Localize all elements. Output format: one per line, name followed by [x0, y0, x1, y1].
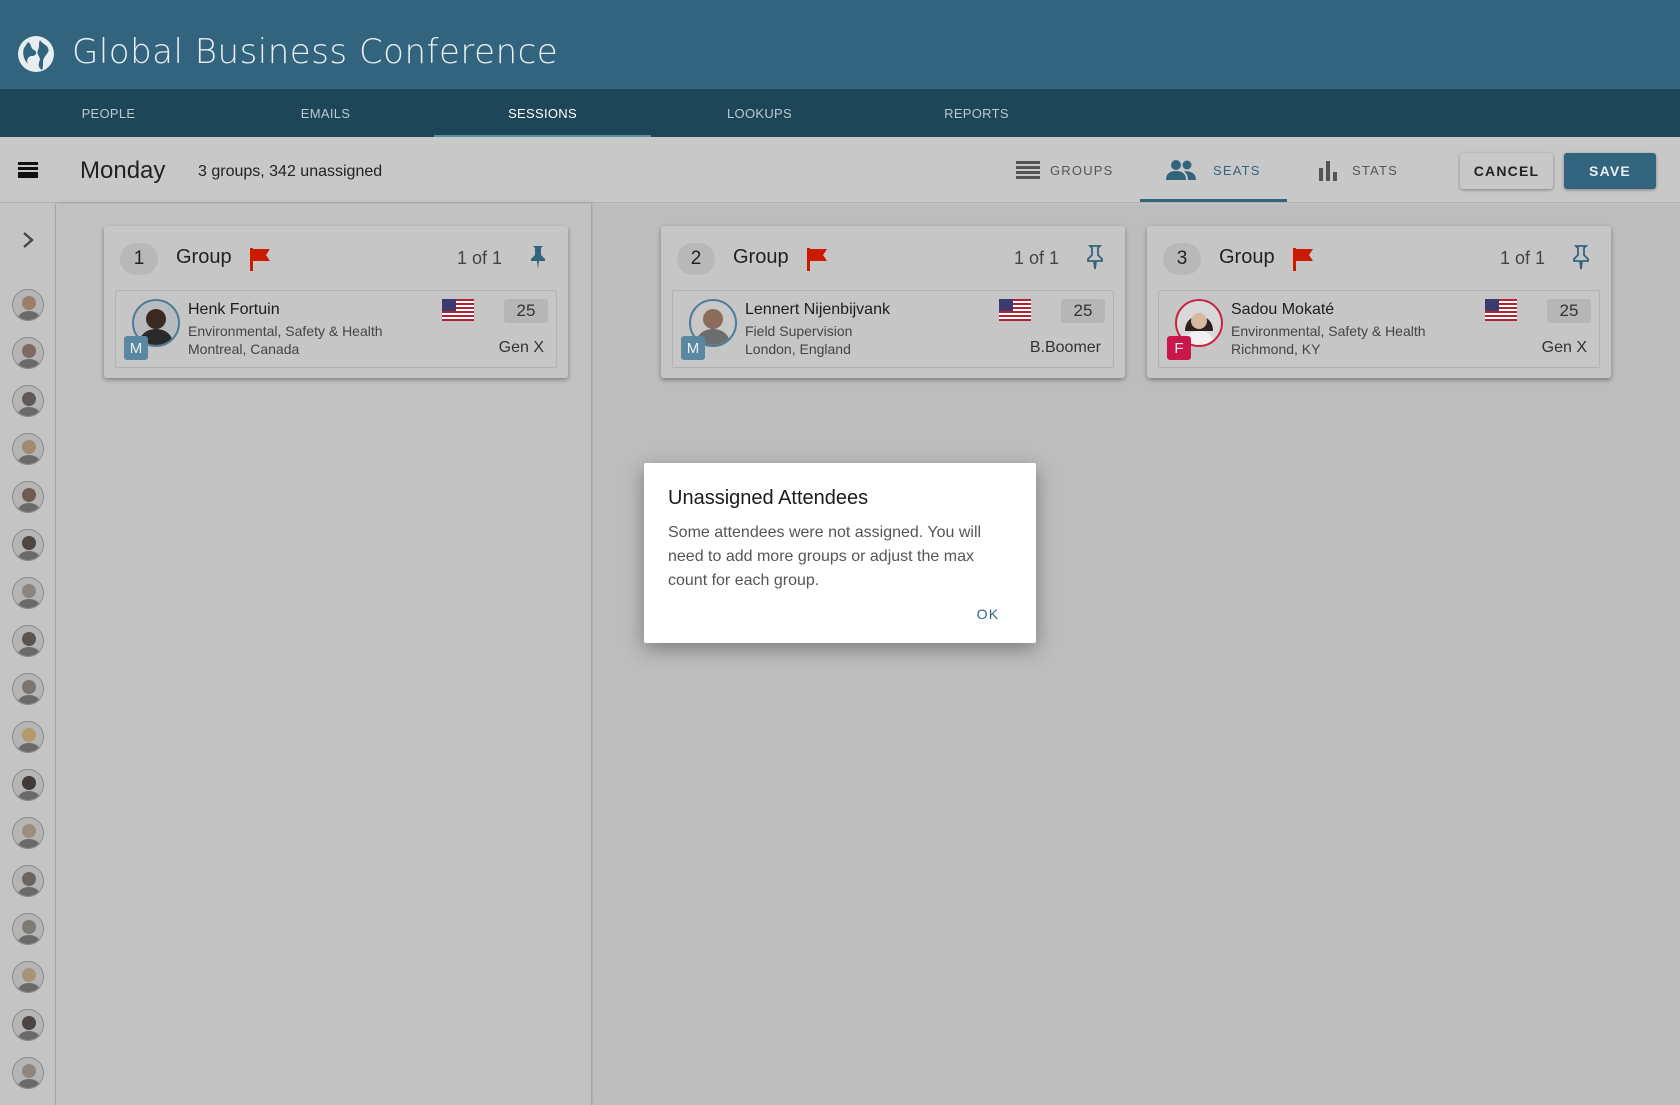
attendee-name: Henk Fortuin — [188, 301, 280, 318]
us-flag-icon — [1485, 299, 1517, 321]
attendee-location: London, England — [745, 341, 851, 357]
attendee-name: Sadou Mokaté — [1231, 301, 1335, 318]
group-label: Group — [733, 246, 789, 268]
unassigned-attendee-avatar[interactable] — [12, 289, 44, 321]
unassigned-attendee-avatar[interactable] — [12, 529, 44, 561]
unassigned-attendee-avatar[interactable] — [12, 865, 44, 897]
app-title: Global Business Conference — [72, 32, 559, 72]
groups-summary: 3 groups, 342 unassigned — [198, 163, 383, 180]
generation-label: Gen X — [1541, 339, 1587, 356]
attendee-location: Richmond, KY — [1231, 341, 1321, 357]
unassigned-attendee-avatar[interactable] — [12, 673, 44, 705]
pin-outline-icon[interactable] — [1569, 244, 1593, 270]
save-button[interactable]: SAVE — [1564, 153, 1656, 189]
unassigned-sidebar — [0, 204, 56, 1105]
group-number: 1 — [120, 243, 158, 275]
unassigned-attendee-avatar[interactable] — [12, 577, 44, 609]
people-icon — [1166, 160, 1196, 180]
pin-icon[interactable] — [526, 244, 550, 270]
group-number: 2 — [677, 243, 715, 275]
day-title: Monday — [80, 157, 166, 184]
session-toolbar: Monday 3 groups, 342 unassigned GROUPS S… — [0, 137, 1680, 203]
gender-badge: F — [1167, 336, 1191, 360]
view-tab-stats[interactable]: STATS — [1318, 137, 1398, 203]
age-badge: 25 — [1547, 299, 1591, 323]
generation-label: B.Boomer — [1029, 339, 1101, 356]
attendee-name: Lennert Nijenbijvank — [745, 301, 890, 318]
attendee-location: Montreal, Canada — [188, 341, 300, 357]
view-tab-seats[interactable]: SEATS — [1165, 137, 1261, 203]
unassigned-attendee-avatar[interactable] — [12, 1009, 44, 1041]
unassigned-attendee-avatar[interactable] — [12, 481, 44, 513]
menu-icon[interactable] — [18, 162, 38, 178]
unassigned-dialog: Unassigned Attendees Some attendees were… — [644, 463, 1036, 643]
unassigned-attendee-avatar[interactable] — [12, 913, 44, 945]
globe-icon — [18, 36, 54, 72]
group-card[interactable]: 1 Group 1 of 1 M Henk Fortuin Environmen… — [104, 226, 568, 378]
unassigned-attendee-avatar[interactable] — [12, 817, 44, 849]
group-card[interactable]: 3 Group 1 of 1 F Sadou Mokaté Environmen… — [1147, 226, 1611, 378]
group-card[interactable]: 2 Group 1 of 1 M Lennert Nijenbijvank Fi… — [661, 226, 1125, 378]
dialog-title: Unassigned Attendees — [668, 487, 869, 509]
unassigned-attendee-avatar[interactable] — [12, 1057, 44, 1089]
attendee-department: Field Supervision — [745, 323, 853, 339]
attendee-card[interactable]: M Henk Fortuin Environmental, Safety & H… — [115, 290, 557, 368]
tab-lookups[interactable]: LOOKUPS — [651, 89, 868, 137]
group-count: 1 of 1 — [1499, 248, 1545, 268]
view-tab-label: STATS — [1352, 162, 1398, 178]
unassigned-attendee-avatar[interactable] — [12, 625, 44, 657]
unassigned-attendee-avatar[interactable] — [12, 337, 44, 369]
app-header: Global Business Conference — [0, 0, 1680, 89]
attendee-card[interactable]: F Sadou Mokaté Environmental, Safety & H… — [1158, 290, 1600, 368]
tab-people[interactable]: PEOPLE — [0, 89, 217, 137]
view-tab-label: GROUPS — [1050, 162, 1114, 178]
view-tab-label: SEATS — [1213, 162, 1261, 178]
flag-icon[interactable] — [805, 246, 831, 272]
us-flag-icon — [442, 299, 474, 321]
group-label: Group — [176, 246, 232, 268]
main-nav: PEOPLE EMAILS SESSIONS LOOKUPS REPORTS — [0, 89, 1680, 137]
group-number: 3 — [1163, 243, 1201, 275]
age-badge: 25 — [504, 299, 548, 323]
tab-reports[interactable]: REPORTS — [868, 89, 1085, 137]
pin-outline-icon[interactable] — [1083, 244, 1107, 270]
ok-button[interactable]: OK — [960, 602, 1016, 626]
cancel-button[interactable]: CANCEL — [1460, 153, 1553, 189]
unassigned-attendee-avatar[interactable] — [12, 721, 44, 753]
tab-sessions[interactable]: SESSIONS — [434, 89, 651, 137]
us-flag-icon — [999, 299, 1031, 321]
active-view-indicator — [1140, 199, 1287, 202]
unassigned-attendee-avatar[interactable] — [12, 961, 44, 993]
unassigned-attendee-avatar[interactable] — [12, 433, 44, 465]
attendee-department: Environmental, Safety & Health — [1231, 323, 1426, 339]
gender-badge: M — [681, 336, 705, 360]
chevron-right-icon[interactable] — [18, 230, 38, 250]
gender-badge: M — [124, 336, 148, 360]
unassigned-attendee-avatar[interactable] — [12, 385, 44, 417]
attendee-card[interactable]: M Lennert Nijenbijvank Field Supervision… — [672, 290, 1114, 368]
unassigned-attendee-avatar[interactable] — [12, 769, 44, 801]
tab-emails[interactable]: EMAILS — [217, 89, 434, 137]
group-count: 1 of 1 — [1013, 248, 1059, 268]
bar-chart-icon — [1319, 161, 1337, 181]
group-label: Group — [1219, 246, 1275, 268]
flag-icon[interactable] — [248, 246, 274, 272]
dialog-message: Some attendees were not assigned. You wi… — [668, 524, 982, 589]
view-tab-groups[interactable]: GROUPS — [1016, 137, 1114, 203]
attendee-department: Environmental, Safety & Health — [188, 323, 383, 339]
generation-label: Gen X — [498, 339, 544, 356]
list-icon — [1016, 161, 1040, 179]
age-badge: 25 — [1061, 299, 1105, 323]
group-count: 1 of 1 — [456, 248, 502, 268]
flag-icon[interactable] — [1291, 246, 1317, 272]
